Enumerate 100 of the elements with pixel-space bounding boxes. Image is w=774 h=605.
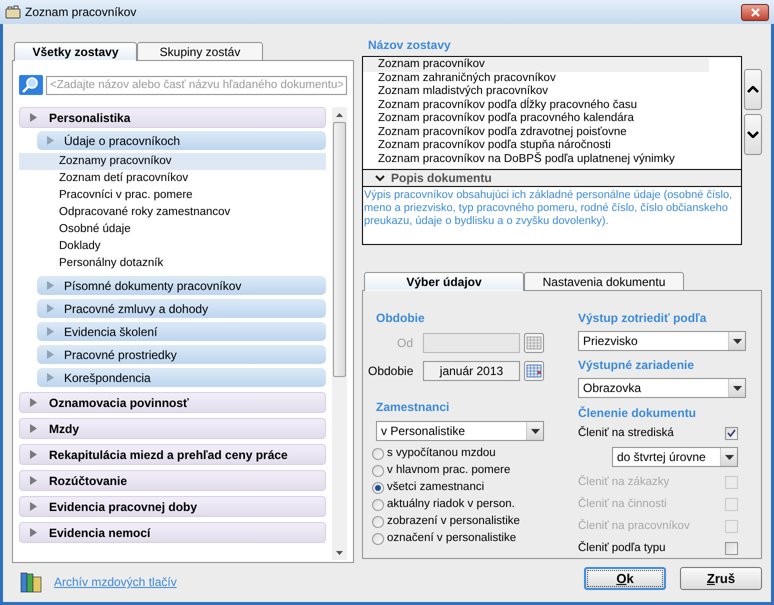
report-list-item[interactable]: Zoznam pracovníkov podľa zdravotnej poisťovne: [363, 126, 709, 139]
section-heading: Obdobie: [376, 310, 426, 327]
checkbox[interactable]: [725, 542, 738, 555]
tree-group[interactable]: Personalistika: [19, 107, 326, 128]
radio-button[interactable]: [372, 482, 384, 494]
tree-subgroup[interactable]: Pracovné zmluvy a dohody: [37, 299, 326, 318]
date-field[interactable]: január 2013: [423, 361, 520, 381]
triangle-icon: [47, 281, 54, 290]
report-list-item[interactable]: Zoznam zahraničných pracovníkov: [363, 72, 709, 85]
scroll-thumb[interactable]: [333, 122, 346, 377]
tab[interactable]: Skupiny zostáv: [137, 42, 263, 61]
tree-item[interactable]: Odpracované roky zamestnancov: [19, 204, 326, 221]
dropdown-arrow-button[interactable]: [728, 379, 745, 397]
checkbox[interactable]: [725, 427, 738, 440]
description-text: Výpis pracovníkov obsahujúci ich základné personálne údaje (osobné číslo, meno a priezvisko, typ pracovného pomeru, rodné číslo, číslo občianskeho preukazu, údaje o bydlisku a o zvyšku dovolenky).: [363, 188, 734, 229]
section-heading: Členenie dokumentu: [578, 405, 698, 422]
triangle-icon: [30, 450, 37, 459]
calendar-icon[interactable]: [524, 361, 544, 381]
section-heading: Názov zostavy: [368, 37, 452, 54]
dropdown-value: v Personalistike: [380, 423, 466, 440]
report-list-item[interactable]: Zoznam pracovníkov podľa dĺžky pracovného času: [363, 98, 709, 112]
checkmark-icon: [727, 429, 736, 438]
tree-group[interactable]: Rekapitulácia miezd a prehľad ceny práce: [19, 444, 326, 465]
scroll-down-icon[interactable]: [336, 550, 343, 554]
checkbox-label: Členiť na zákazky: [578, 474, 670, 490]
triangle-icon: [30, 476, 37, 485]
section-heading: Výstup zotriediť podľa: [578, 310, 708, 327]
dropdown-arrow-button[interactable]: [720, 448, 737, 466]
tree-item[interactable]: Zoznamy pracovníkov: [19, 153, 326, 170]
tree-item[interactable]: Pracovníci v prac. pomere: [19, 187, 326, 204]
triangle-icon: [47, 350, 54, 359]
chevron-down-icon: [747, 131, 759, 138]
move-up-button[interactable]: [744, 69, 762, 110]
tree-group-label: Mzdy: [49, 420, 79, 438]
dropdown-value: do štvrtej úrovne: [616, 449, 707, 466]
report-list-item[interactable]: Zoznam pracovníkov na DoBPŠ podľa uplatnenej výnimky: [363, 152, 709, 166]
tab[interactable]: Nastavenia dokumentu: [524, 272, 684, 291]
tree-group-label: Rozúčtovanie: [49, 472, 128, 490]
triangle-icon: [47, 373, 54, 382]
triangle-icon: [30, 528, 37, 537]
dropdown-select[interactable]: Obrazovka: [578, 378, 746, 398]
radio-label: s vypočítanou mzdou: [387, 446, 496, 461]
tree-group-label: Evidencia školení: [64, 324, 158, 340]
tree-subgroup[interactable]: Písomné dokumenty pracovníkov: [37, 276, 326, 295]
close-button[interactable]: [741, 4, 769, 20]
scrollbar[interactable]: [332, 107, 347, 560]
field-label: Od: [396, 335, 414, 352]
report-list-item[interactable]: Zoznam pracovníkov podľa stupňa náročnosti: [363, 139, 709, 152]
triangle-icon: [30, 113, 37, 122]
tree-item[interactable]: Zoznam detí pracovníkov: [19, 170, 326, 187]
radio-button[interactable]: [372, 464, 384, 476]
tree-subgroup[interactable]: Korešpondencia: [37, 368, 326, 387]
tree-group[interactable]: Evidencia nemocí: [19, 522, 326, 543]
books-icon: [20, 571, 42, 593]
close-icon: [750, 8, 760, 16]
tree-group[interactable]: Evidencia pracovnej doby: [19, 496, 326, 517]
report-list-item[interactable]: Zoznam mladistvých pracovníkov: [363, 85, 709, 98]
dropdown-select[interactable]: do štvrtej úrovne: [612, 447, 738, 467]
tree-group[interactable]: Rozúčtovanie: [19, 470, 326, 491]
tree-subgroup[interactable]: Údaje o pracovníkoch: [37, 131, 326, 150]
tree-group-label: Údaje o pracovníkoch: [64, 132, 180, 150]
tree-group[interactable]: Mzdy: [19, 418, 326, 439]
checkbox-label: Členiť na strediská: [578, 425, 674, 441]
tree-item[interactable]: Doklady: [19, 238, 326, 255]
move-down-button[interactable]: [744, 114, 762, 155]
radio-label: v hlavnom prac. pomere: [387, 462, 510, 478]
tree-group-label: Pracovné prostriedky: [64, 346, 177, 364]
radio-label: označení v personalistike: [387, 530, 516, 546]
tab[interactable]: Výber údajov: [364, 272, 524, 291]
tree-subgroup[interactable]: Evidencia školení: [37, 322, 326, 341]
dialog-button[interactable]: Zruš: [680, 567, 762, 590]
radio-button[interactable]: [372, 516, 384, 528]
tree-group-label: Rekapitulácia miezd a prehľad ceny práce: [49, 446, 288, 464]
report-list-item[interactable]: Zoznam pracovníkov podľa pracovného kalendára: [363, 112, 709, 126]
search-icon[interactable]: [19, 75, 43, 95]
radio-button[interactable]: [372, 532, 384, 544]
triangle-icon: [30, 502, 37, 511]
tree-subgroup[interactable]: Pracovné prostriedky: [37, 345, 326, 364]
tree-item[interactable]: Osobné údaje: [19, 221, 326, 238]
caret-down-icon: [732, 386, 742, 390]
radio-button[interactable]: [372, 498, 384, 510]
radio-button[interactable]: [372, 448, 384, 460]
tree-item[interactable]: Personálny dotazník: [19, 255, 326, 272]
tab[interactable]: Všetky zostavy: [14, 42, 137, 61]
tree-group[interactable]: Oznamovacia povinnosť: [19, 392, 326, 413]
tree-group-label: Evidencia nemocí: [49, 524, 150, 542]
dialog-button[interactable]: Ok: [584, 567, 666, 590]
scroll-up-icon[interactable]: [336, 112, 343, 116]
dropdown-select[interactable]: Priezvisko: [578, 331, 746, 351]
tree-group-label: Písomné dokumenty pracovníkov: [64, 278, 242, 294]
dropdown-select[interactable]: v Personalistike: [376, 421, 544, 441]
dropdown-arrow-button[interactable]: [728, 332, 745, 350]
report-list-item[interactable]: Zoznam pracovníkov: [363, 58, 709, 72]
radio-label: zobrazení v personalistike: [387, 514, 520, 529]
radio-label: aktuálny riadok v person.: [387, 496, 515, 512]
radio-label: všetci zamestnanci: [387, 480, 484, 495]
triangle-icon: [47, 136, 54, 145]
description-header[interactable]: Popis dokumentu: [363, 169, 741, 187]
dropdown-arrow-button[interactable]: [526, 422, 543, 440]
calendar-icon[interactable]: [524, 333, 544, 353]
